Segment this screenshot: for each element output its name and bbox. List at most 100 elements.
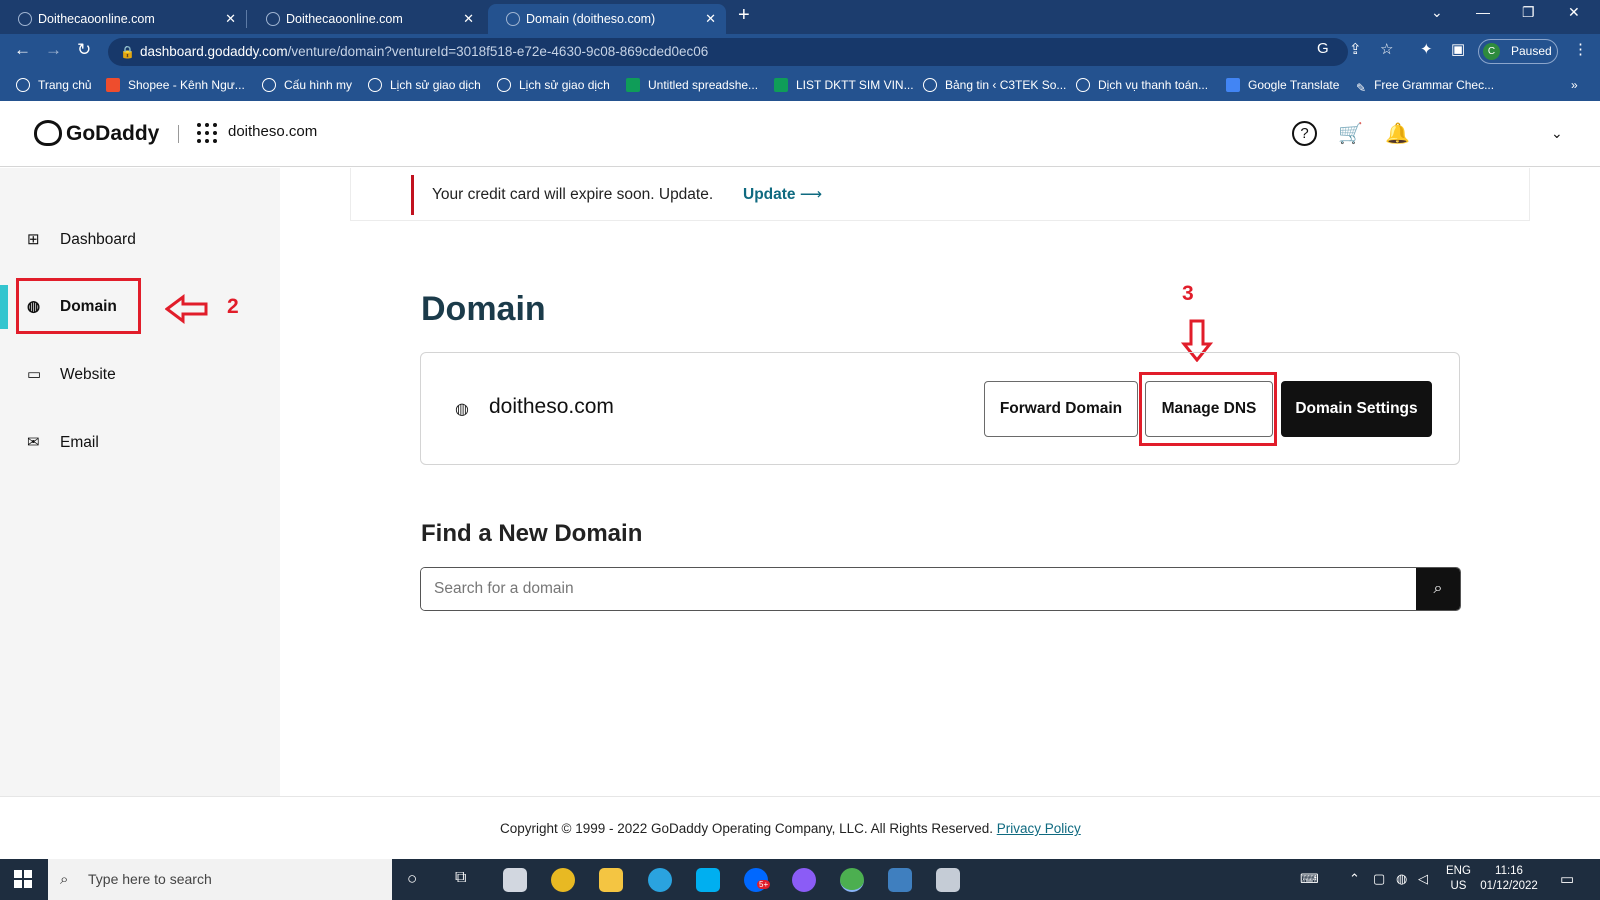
bookmark-item[interactable]: Google Translate (1226, 70, 1339, 101)
more-bookmarks-icon[interactable]: » (1571, 70, 1578, 101)
zalo-icon[interactable]: 5+ (744, 868, 771, 892)
bookmark-item[interactable]: Untitled spreadshe... (626, 70, 758, 101)
tab-doithecaoonline-2[interactable]: Doithecaoonline.com ✕ (248, 4, 484, 34)
profile-button[interactable]: C Paused (1478, 39, 1558, 64)
extensions-puzzle-icon[interactable]: ✦ (1420, 40, 1433, 58)
copyright-text: Copyright © 1999 - 2022 GoDaddy Operatin… (500, 821, 1081, 836)
taskbar-search-box[interactable]: ⌕ Type here to search (48, 859, 392, 900)
alert-stripe (411, 175, 414, 215)
close-window-icon[interactable]: ✕ (1568, 4, 1580, 21)
telegram-icon[interactable] (648, 868, 672, 892)
envelope-icon: ✉ (27, 434, 40, 451)
tab-close-icon[interactable]: ✕ (225, 4, 236, 34)
input-language[interactable]: ENG US (1446, 864, 1471, 894)
domain-settings-button[interactable]: Domain Settings (1281, 381, 1432, 437)
forward-icon[interactable]: → (45, 40, 62, 60)
calculator-icon[interactable] (888, 868, 912, 892)
new-tab-icon[interactable]: + (738, 4, 750, 27)
network-globe-icon[interactable]: ◍ (1396, 871, 1407, 887)
domain-name[interactable]: doitheso.com (489, 395, 614, 419)
messenger-icon[interactable] (792, 868, 816, 892)
paint-palette-icon[interactable] (936, 868, 960, 892)
sidebar: ⊞ Dashboard ◍ Domain ▭ Website ✉ Email (0, 168, 280, 796)
volume-icon[interactable]: ◁ (1418, 871, 1428, 887)
tab-doithecaoonline-1[interactable]: Doithecaoonline.com ✕ (0, 4, 246, 34)
tab-close-icon[interactable]: ✕ (463, 4, 474, 34)
bookmark-item[interactable]: LIST DKTT SIM VIN... (774, 70, 914, 101)
help-icon[interactable]: ? (1292, 121, 1317, 146)
bookmark-star-icon[interactable]: ☆ (1380, 40, 1393, 58)
windows-start-icon[interactable] (14, 870, 32, 888)
footer: Copyright © 1999 - 2022 GoDaddy Operatin… (0, 796, 1600, 859)
chrome-profile-app-icon[interactable] (840, 868, 864, 892)
bookmark-item[interactable]: Dịch vụ thanh toán... (1076, 70, 1208, 101)
sidebar-item-dashboard[interactable]: ⊞ Dashboard (0, 220, 280, 260)
header-divider (178, 125, 179, 143)
venture-name[interactable]: doitheso.com (228, 123, 317, 140)
bookmark-item[interactable]: Cấu hình my (262, 70, 352, 101)
back-icon[interactable]: ← (14, 40, 31, 60)
privacy-policy-link[interactable]: Privacy Policy (997, 821, 1081, 836)
page-title: Domain (421, 290, 546, 328)
bell-icon[interactable]: 🔔 (1385, 121, 1410, 146)
system-clock[interactable]: 11:16 01/12/2022 (1479, 864, 1539, 894)
share-icon[interactable]: ⇪ (1349, 40, 1362, 58)
tab-label: Doithecaoonline.com (286, 12, 403, 26)
browser-tab-strip: Doithecaoonline.com ✕ Doithecaoonline.co… (0, 0, 1600, 34)
notifications-icon[interactable]: ▭ (1560, 870, 1574, 888)
search-button[interactable]: ⌕ (1416, 568, 1460, 610)
alert-text: Your credit card will expire soon. Updat… (432, 186, 714, 203)
cart-icon[interactable]: 🛒 (1338, 121, 1363, 146)
task-view-icon[interactable]: ⧉ (455, 869, 466, 887)
annotation-step-3: 3 (1182, 282, 1194, 305)
paint-app-icon[interactable] (503, 868, 527, 892)
bookmark-item[interactable]: Shopee - Kênh Ngư... (106, 70, 245, 101)
globe-icon (923, 78, 937, 92)
arrow-right-icon: ⟶ (799, 186, 823, 203)
bookmark-item[interactable]: ✎ Free Grammar Chec... (1356, 70, 1494, 101)
sheets-icon (774, 78, 788, 92)
globe-icon (16, 78, 30, 92)
side-panel-icon[interactable]: ▣ (1451, 40, 1465, 58)
sidebar-item-email[interactable]: ✉ Email (0, 423, 280, 463)
reload-icon[interactable]: ↻ (77, 40, 91, 60)
globe-icon (497, 78, 511, 92)
cortana-icon[interactable]: ○ (407, 869, 417, 889)
tab-domain-doitheso[interactable]: Domain (doitheso.com) ✕ (488, 4, 726, 34)
skype-icon[interactable] (696, 868, 720, 892)
forward-domain-button[interactable]: Forward Domain (984, 381, 1138, 437)
browser-toolbar: ← → ↻ 🔒 dashboard.godaddy.com/venture/do… (0, 34, 1600, 70)
domain-card: ◍ doitheso.com Forward Domain Manage DNS… (420, 352, 1460, 465)
tab-search-chevron-icon[interactable]: ⌄ (1431, 4, 1443, 21)
update-link[interactable]: Update ⟶ (743, 185, 822, 204)
sidebar-item-website[interactable]: ▭ Website (0, 355, 280, 395)
bookmark-item[interactable]: Lịch sử giao dịch (497, 70, 610, 101)
account-chevron-down-icon[interactable]: ⌄ (1551, 125, 1563, 142)
keyboard-layout-icon[interactable]: ⌨ (1300, 871, 1319, 887)
domain-search: ⌕ (420, 567, 1461, 611)
apps-grid-icon[interactable] (197, 123, 217, 143)
file-explorer-icon[interactable] (599, 868, 623, 892)
tab-close-icon[interactable]: ✕ (705, 4, 716, 34)
bookmark-item[interactable]: Lịch sử giao dịch (368, 70, 481, 101)
chrome-menu-icon[interactable]: ⋮ (1573, 40, 1588, 58)
minimize-icon[interactable]: — (1476, 4, 1490, 20)
domain-search-input[interactable] (421, 568, 1417, 610)
bookmark-item[interactable]: Trang chủ (16, 70, 92, 101)
grid-icon: ⊞ (27, 231, 40, 248)
sidebar-item-label: Website (60, 366, 116, 383)
chrome-app-icon[interactable] (551, 868, 575, 892)
globe-icon (262, 78, 276, 92)
meet-now-icon[interactable]: ▢ (1373, 871, 1385, 887)
google-lens-icon[interactable]: G (1317, 40, 1329, 57)
annotation-step-2: 2 (227, 295, 239, 318)
bookmark-item[interactable]: Bảng tin ‹ C3TEK So... (923, 70, 1066, 101)
sidebar-item-label: Email (60, 434, 99, 451)
tab-divider (246, 10, 247, 28)
show-hidden-icons-chevron-icon[interactable]: ⌃ (1349, 871, 1360, 887)
address-bar[interactable]: 🔒 dashboard.godaddy.com/venture/domain?v… (108, 38, 1348, 66)
restore-icon[interactable]: ❐ (1522, 4, 1535, 21)
avatar: C (1483, 43, 1500, 60)
godaddy-logo[interactable]: GoDaddy (34, 120, 159, 146)
search-icon: ⌕ (1433, 580, 1443, 597)
